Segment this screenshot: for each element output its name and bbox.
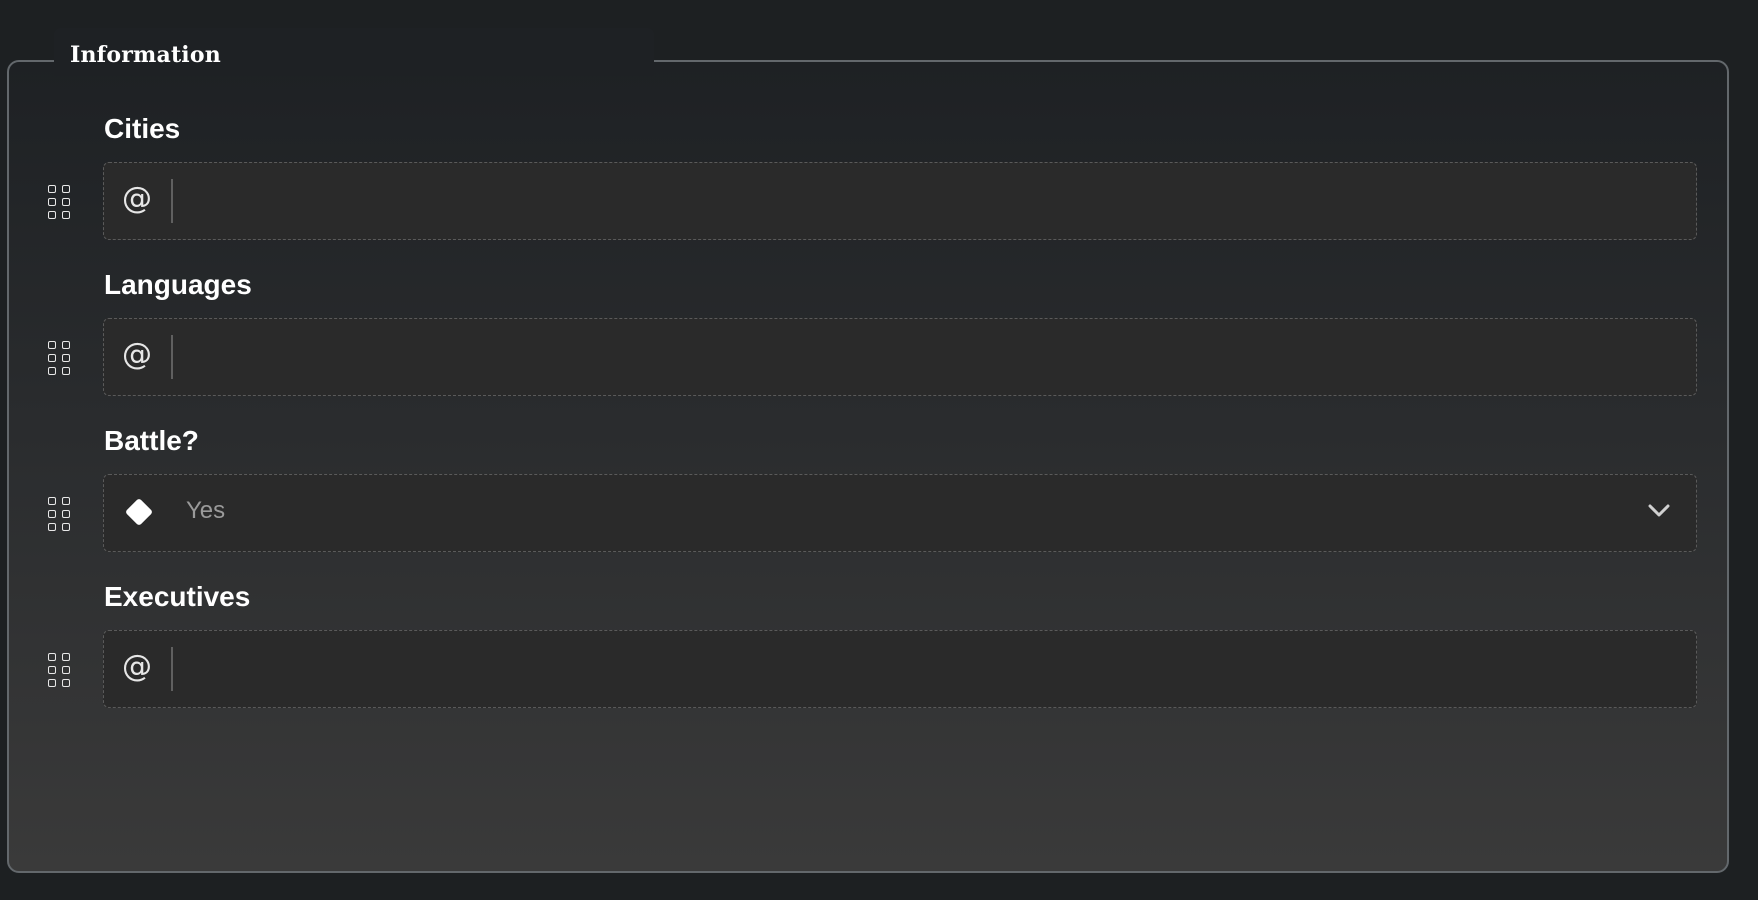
field-label-languages: Languages <box>104 269 252 300</box>
languages-input[interactable] <box>184 329 1678 385</box>
prefix-separator <box>171 335 173 379</box>
drag-handle-icon[interactable] <box>48 341 72 377</box>
field-label-cities: Cities <box>104 113 181 144</box>
diamond-icon <box>124 497 154 527</box>
drag-handle-icon[interactable] <box>48 653 72 689</box>
battle-select[interactable]: Yes <box>103 474 1697 552</box>
prefix-separator <box>171 179 173 223</box>
drag-handle-icon[interactable] <box>48 185 72 221</box>
at-icon: @ <box>122 181 152 216</box>
at-icon: @ <box>122 337 152 372</box>
executives-input[interactable] <box>184 641 1678 697</box>
prefix-separator <box>171 647 173 691</box>
section-title: Information <box>70 42 221 68</box>
field-label-battle: Battle? <box>104 425 199 456</box>
field-label-executives: Executives <box>104 581 251 612</box>
chevron-down-icon[interactable] <box>1644 495 1674 525</box>
at-icon: @ <box>122 649 152 684</box>
executives-field: @ <box>103 630 1697 708</box>
cities-field: @ <box>103 162 1697 240</box>
battle-select-value: Yes <box>186 497 226 524</box>
languages-field: @ <box>103 318 1697 396</box>
cities-input[interactable] <box>184 173 1678 229</box>
drag-handle-icon[interactable] <box>48 497 72 533</box>
